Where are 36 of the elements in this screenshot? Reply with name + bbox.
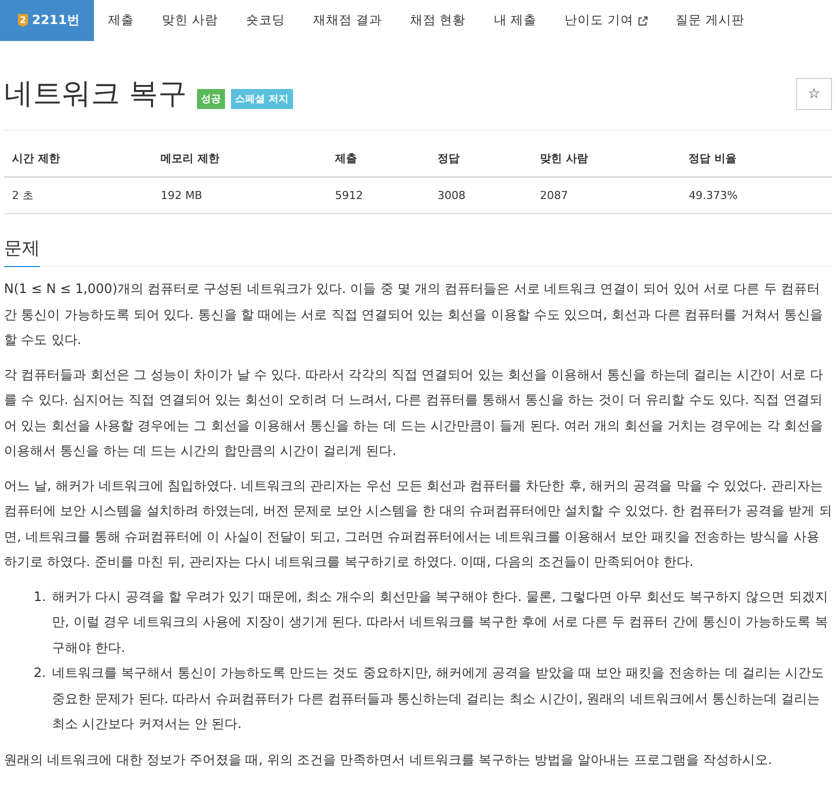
list-number: 1. — [32, 588, 47, 606]
problem-paragraph: 어느 날, 해커가 네트워크에 침입하였다. 네트워크의 관리자는 우선 모든 회선과 컴퓨터를 차단한 후, 해커의 공격을 막을 수 있었다. 관리자는 컴퓨터에 보안 시스템을 설치하려 하였는데, 버전 문제로 보안 시스템을 한 대의 슈퍼컴퓨터에만 설치할 수 있었다. 한 컴퓨터가 공격을 받게 되면, 네트워크를 통해 슈퍼컴퓨터에 이 사실이 전달이 되고, 그러면 슈퍼컴퓨터에서는 네트워크를 이용해서 보안 패킷을 전송하는 방식을 사용하기로 하였다. 준비를 마친 뒤, 관리자는 다시 네트워크를 복구하기로 하였다. 이때, 다음의 조건들이 만족되어야 한다. — [4, 478, 832, 572]
nav-tab[interactable]: 난이도 기여 — [550, 0, 662, 41]
table-cell: 5912 — [327, 177, 430, 214]
problem-paragraph: 원래의 네트워크에 대한 정보가 주어졌을 때, 위의 조건을 만족하면서 네트워크를 복구하는 방법을 알아내는 프로그램을 작성하시오. — [4, 752, 774, 770]
nav-tab[interactable]: 제출 — [94, 0, 148, 41]
column-header: 시간 제한 — [4, 141, 153, 177]
table-cell: 2 초 — [4, 177, 153, 214]
table-cell: 192 MB — [152, 177, 328, 214]
column-header: 정답 비율 — [680, 141, 832, 177]
tier-badge-icon: 2 — [18, 14, 28, 27]
problem-paragraph: 각 컴퓨터들과 회선은 그 성능이 차이가 날 수 있다. 따라서 각각의 직접 연결되어 있는 회선을 이용해서 통신을 하는데 걸리는 시간이 서로 다를 수 있다. 심지어는 직접 연결되어 있는 회선이 오히려 더 느려서, 다른 컴퓨터를 통해서 통신을 하는 것이 더 유리할 수도 있다. 직접 연결되어 있는 회선을 사용할 경우에는 그 회선을 이용해서 통신을 하는 데 드는 시간만큼이 들게 된다. 여러 개의 회선을 거치는 경우에는 각 회선을 이용해서 통신을 하는 데 드는 시간의 합만큼의 시간이 걸리게 된다. — [4, 366, 824, 461]
column-header: 맞힌 사람 — [532, 141, 681, 177]
nav-tab[interactable]: 숏코딩 — [232, 0, 299, 41]
external-link-icon — [638, 16, 648, 26]
column-header: 정답 — [430, 141, 532, 177]
section-heading: 문제 — [4, 236, 40, 267]
nav-tab[interactable]: 질문 게시판 — [662, 0, 759, 41]
problem-paragraph: N(1 ≤ N ≤ 1,000)개의 컴퓨터로 구성된 네트워크가 있다. 이들 중 몇 개의 컴퓨터들은 서로 네트워크 연결이 되어 있어 서로 다른 두 컴퓨터 간 통신이 가능하도록 되어 있다. 통신을 할 때에는 서로 직접 연결되어 있는 회선을 이용할 수도 있으며, 회선과 다른 컴퓨터를 거쳐서 통신을 할 수도 있다. — [4, 281, 824, 350]
nav-tab[interactable]: 내 제출 — [480, 0, 551, 41]
list-item-text: 해커가 다시 공격을 할 우려가 있기 때문에, 최소 개수의 회선만을 복구해야 한다. 물론, 그렇다면 아무 회선도 복구하지 않으면 되겠지만, 이럴 경우 네트워크의 사용에 지장이 생기게 된다. 따라서 네트워크를 복구한 후에 서로 다른 두 컴퓨터 간에 통신이 가능하도록 복구해야 한다. — [52, 588, 829, 658]
column-header: 메모리 제한 — [152, 141, 328, 177]
column-header: 제출 — [327, 141, 430, 177]
problem-title: 네트워크 복구 — [4, 75, 188, 112]
table-cell: 2087 — [532, 177, 681, 214]
nav-tab[interactable]: 채점 현황 — [396, 0, 480, 41]
nav-tab[interactable]: 재채점 결과 — [298, 0, 396, 41]
table-cell: 49.373% — [680, 177, 832, 214]
table-cell: 3008 — [430, 177, 532, 214]
nav-tab[interactable]: 맞힌 사람 — [148, 0, 232, 41]
list-number: 2. — [32, 665, 47, 683]
nav-tab[interactable]: 2 2211번 — [0, 0, 94, 41]
status-label: 성공 — [197, 89, 226, 109]
status-label: 스페셜 저지 — [231, 89, 293, 109]
list-item-text: 네트워크를 복구해서 통신이 가능하도록 만드는 것도 중요하지만, 해커에게 공격을 받았을 때 보안 패킷을 전송하는 데 걸리는 시간도 중요한 문제가 된다. 따라서 슈퍼컴퓨터가 다른 컴퓨터들과 통신하는데 걸리는 최소 시간이, 원래의 네트워크에서 통신하는데 걸리는 최소 시간보다 커져서는 안 된다. — [52, 665, 826, 734]
favorite-button[interactable]: ☆ — [796, 78, 832, 110]
